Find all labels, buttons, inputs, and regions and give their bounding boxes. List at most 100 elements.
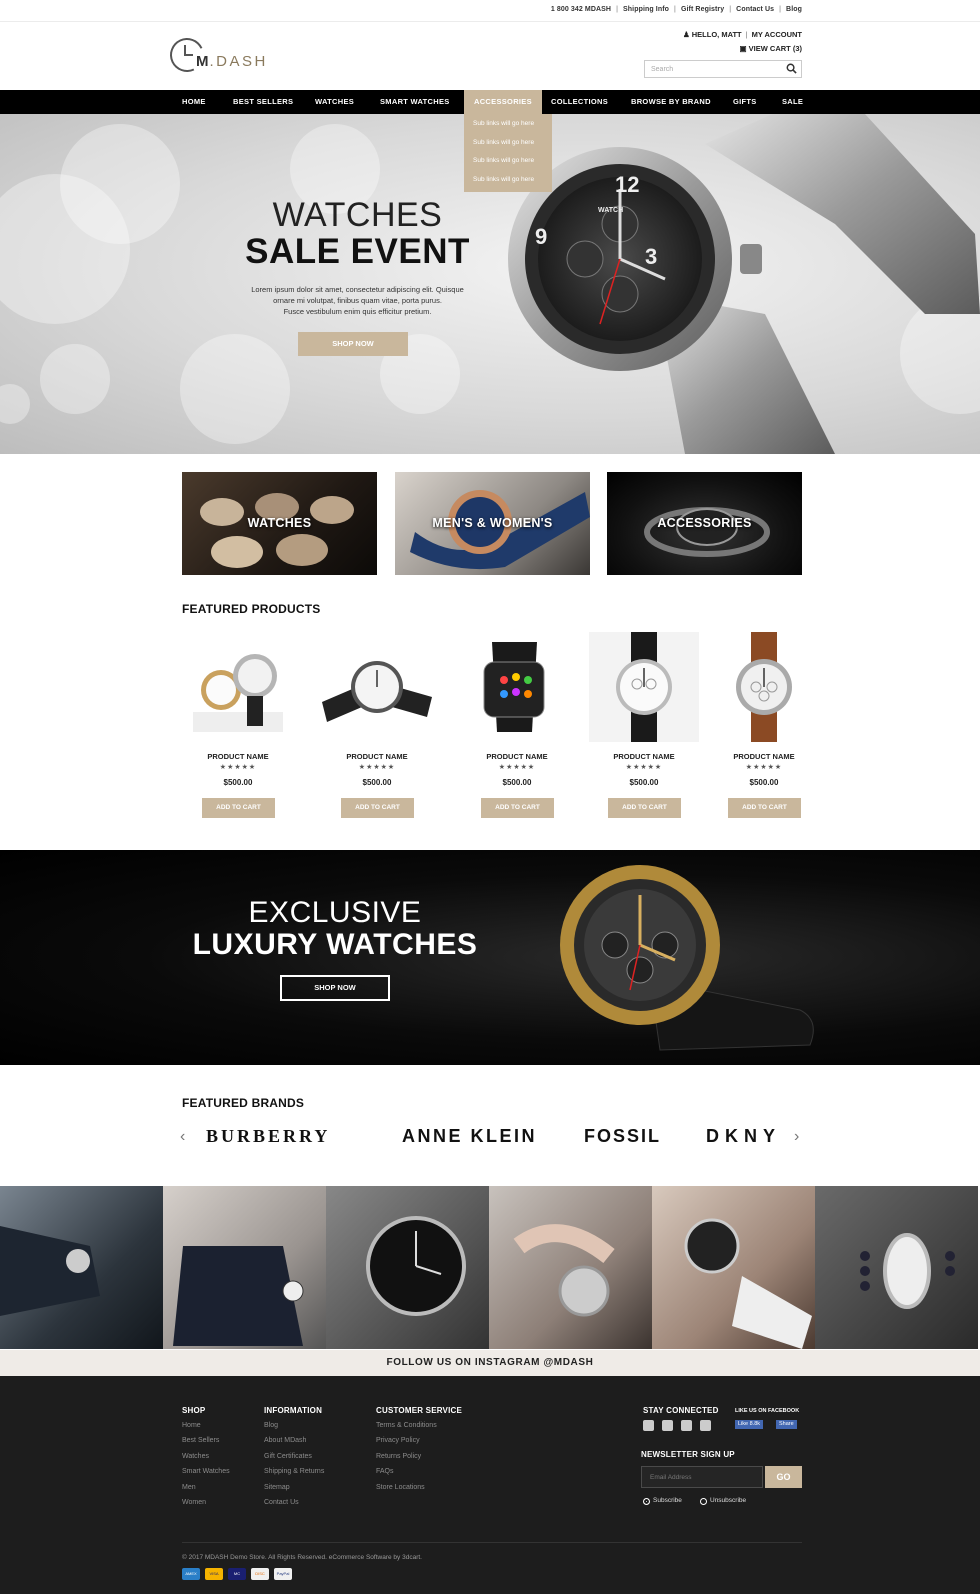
dropdown-link[interactable]: Sub links will go here: [464, 133, 552, 152]
nav-collections[interactable]: COLLECTIONS: [551, 90, 608, 114]
instagram-icon[interactable]: [700, 1420, 711, 1431]
product-price: $500.00: [629, 778, 659, 787]
facebook-like-button[interactable]: Like 8.8k: [735, 1420, 764, 1429]
footer-link[interactable]: Home: [182, 1418, 230, 1433]
main-nav: HOME BEST SELLERS WATCHES SMART WATCHES …: [0, 90, 980, 114]
search-placeholder: Search: [651, 66, 674, 73]
paypal-icon: PayPal: [274, 1568, 292, 1580]
footer-link[interactable]: Shipping & Returns: [264, 1464, 324, 1479]
instagram-photo[interactable]: [815, 1186, 978, 1349]
product-name[interactable]: PRODUCT NAME: [322, 752, 432, 761]
cart-icon: ▣: [739, 44, 747, 53]
footer-link[interactable]: Contact Us: [264, 1495, 324, 1510]
shipping-info-link[interactable]: Shipping Info: [623, 6, 669, 13]
instagram-photo[interactable]: [163, 1186, 326, 1349]
footer-link[interactable]: FAQs: [376, 1464, 462, 1479]
instagram-image: [860, 1233, 955, 1309]
add-to-cart-button[interactable]: ADD TO CART: [341, 798, 414, 818]
nav-sale[interactable]: SALE: [782, 90, 803, 114]
bokeh-decoration: [0, 384, 30, 424]
product-name[interactable]: PRODUCT NAME: [462, 752, 572, 761]
footer-link[interactable]: Gift Certificates: [264, 1449, 324, 1464]
nav-watches[interactable]: WATCHES: [315, 90, 354, 114]
phone-link[interactable]: 1 800 342 MDASH: [551, 6, 611, 13]
footer-link[interactable]: Best Sellers: [182, 1433, 230, 1448]
product-image[interactable]: [462, 632, 572, 742]
amex-icon: AMEX: [182, 1568, 200, 1580]
instagram-photo[interactable]: [0, 1186, 163, 1349]
newsletter-go-button[interactable]: GO: [765, 1466, 802, 1488]
nav-browse-by-brand[interactable]: BROWSE BY BRAND: [631, 90, 711, 114]
product-name[interactable]: PRODUCT NAME: [709, 752, 819, 761]
brand-burberry[interactable]: BURBERRY: [206, 1126, 330, 1147]
brand-fossil[interactable]: FOSSIL: [584, 1126, 661, 1147]
nav-gifts[interactable]: GIFTS: [733, 90, 757, 114]
tile-label: ACCESSORIES: [657, 516, 752, 530]
add-to-cart-button[interactable]: ADD TO CART: [608, 798, 681, 818]
unsubscribe-radio[interactable]: [700, 1498, 707, 1505]
dropdown-link[interactable]: Sub links will go here: [464, 151, 552, 170]
greeting-link[interactable]: HELLO, MATT: [692, 30, 742, 39]
blog-link[interactable]: Blog: [786, 6, 802, 13]
add-to-cart-button[interactable]: ADD TO CART: [728, 798, 801, 818]
dropdown-link[interactable]: Sub links will go here: [464, 170, 552, 189]
product-name[interactable]: PRODUCT NAME: [589, 752, 699, 761]
product-image[interactable]: [709, 632, 819, 742]
brand-anne-klein[interactable]: ANNE KLEIN: [402, 1126, 537, 1147]
featured-brands-title: FEATURED BRANDS: [182, 1096, 305, 1110]
footer-link[interactable]: About MDash: [264, 1433, 324, 1448]
pinterest-icon[interactable]: [681, 1420, 692, 1431]
view-cart-link[interactable]: VIEW CART (3): [749, 44, 802, 53]
top-utility-bar: 1 800 342 MDASH | Shipping Info | Gift Reg…: [0, 0, 980, 22]
footer-link[interactable]: Smart Watches: [182, 1464, 230, 1479]
footer-link[interactable]: Store Locations: [376, 1480, 462, 1495]
hero-desc-line: Fusce vestibulum enim quis efficitur pre…: [283, 307, 432, 316]
category-tile-mens-womens[interactable]: MEN'S & WOMEN'S: [395, 472, 590, 575]
footer-link[interactable]: Men: [182, 1480, 230, 1495]
footer-link[interactable]: Sitemap: [264, 1480, 324, 1495]
subscribe-radio[interactable]: [643, 1498, 650, 1505]
footer-link[interactable]: Blog: [264, 1418, 324, 1433]
gift-registry-link[interactable]: Gift Registry: [681, 6, 724, 13]
instagram-photo[interactable]: [489, 1186, 652, 1349]
product-image[interactable]: [183, 632, 293, 742]
nav-best-sellers[interactable]: BEST SELLERS: [233, 90, 293, 114]
product-rating: ★★★★★: [745, 764, 783, 771]
instagram-photo[interactable]: [652, 1186, 815, 1349]
product-image[interactable]: [589, 632, 699, 742]
site-logo[interactable]: M.DASH: [165, 33, 280, 77]
facebook-icon[interactable]: [643, 1420, 654, 1431]
tile-label: WATCHES: [247, 516, 312, 530]
instagram-photo[interactable]: [326, 1186, 489, 1349]
nav-smart-watches[interactable]: SMART WATCHES: [380, 90, 450, 114]
chevron-left-icon[interactable]: ‹: [180, 1128, 185, 1146]
product-image[interactable]: [322, 632, 432, 742]
hero-shop-now-button[interactable]: SHOP NOW: [298, 332, 408, 356]
contact-us-link[interactable]: Contact Us: [736, 6, 774, 13]
footer-link[interactable]: Terms & Conditions: [376, 1418, 462, 1433]
footer-link[interactable]: Returns Policy: [376, 1449, 462, 1464]
footer-link[interactable]: Women: [182, 1495, 230, 1510]
footer-link[interactable]: Watches: [182, 1449, 230, 1464]
my-account-link[interactable]: MY ACCOUNT: [752, 30, 802, 39]
add-to-cart-button[interactable]: ADD TO CART: [202, 798, 275, 818]
add-to-cart-button[interactable]: ADD TO CART: [481, 798, 554, 818]
nav-home[interactable]: HOME: [182, 90, 206, 114]
chevron-right-icon[interactable]: ›: [794, 1128, 799, 1146]
category-tile-watches[interactable]: WATCHES: [182, 472, 377, 575]
product-name[interactable]: PRODUCT NAME: [183, 752, 293, 761]
nav-accessories[interactable]: ACCESSORIES: [464, 90, 542, 114]
dropdown-link[interactable]: Sub links will go here: [464, 114, 552, 133]
instagram-follow-bar[interactable]: FOLLOW US ON INSTAGRAM @MDASH: [0, 1350, 980, 1376]
luxury-shop-now-button[interactable]: SHOP NOW: [280, 975, 390, 1001]
footer-link[interactable]: Privacy Policy: [376, 1433, 462, 1448]
product-price: $500.00: [749, 778, 779, 787]
category-tile-accessories[interactable]: ACCESSORIES: [607, 472, 802, 575]
facebook-share-button[interactable]: Share: [776, 1420, 797, 1429]
newsletter-email-input[interactable]: Email Address: [641, 1466, 763, 1488]
bokeh-decoration: [40, 344, 110, 414]
search-icon[interactable]: [786, 63, 797, 74]
search-input[interactable]: Search: [644, 60, 802, 78]
brand-dkny[interactable]: DKNY: [706, 1126, 781, 1147]
twitter-icon[interactable]: [662, 1420, 673, 1431]
